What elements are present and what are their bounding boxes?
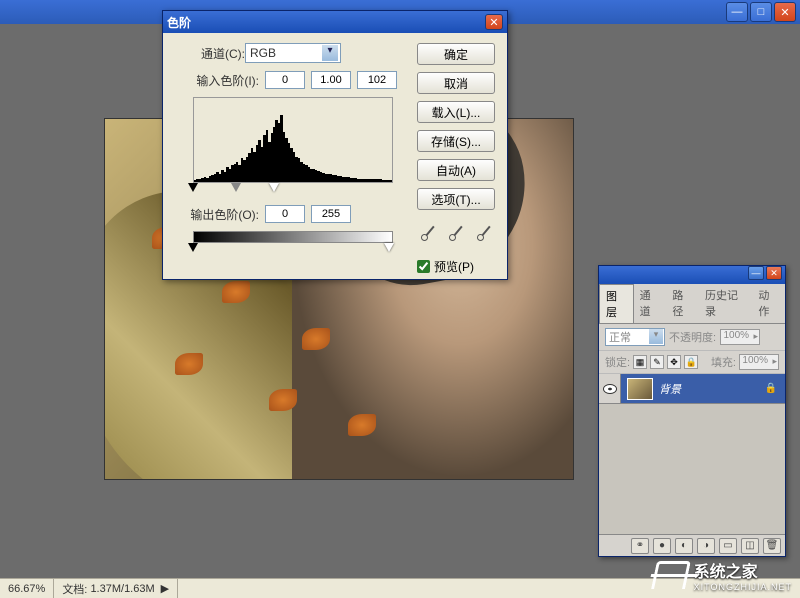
new-layer-icon[interactable]: ◫ <box>741 538 759 554</box>
lock-brush-icon[interactable]: ✎ <box>650 355 664 369</box>
channel-label: 通道(C): <box>175 45 245 62</box>
preview-checkbox-label[interactable]: 预览(P) <box>417 258 495 275</box>
tab-channels[interactable]: 通道 <box>634 284 667 323</box>
image-content <box>302 328 330 350</box>
output-black-handle[interactable] <box>188 243 198 252</box>
lock-all-icon[interactable]: 🔒 <box>684 355 698 369</box>
window-close-button[interactable]: ✕ <box>774 2 796 22</box>
tab-history[interactable]: 历史记录 <box>699 284 752 323</box>
link-layers-icon[interactable]: ⚭ <box>631 538 649 554</box>
levels-dialog: 色阶 ✕ 通道(C): RGB 输入色阶(I): 输 <box>162 10 508 280</box>
ok-button[interactable]: 确定 <box>417 43 495 65</box>
app-window: — □ ✕ 色阶 ✕ 通道(C): RGB 输入色阶(I): <box>0 0 800 598</box>
dialog-button-column: 确定 取消 载入(L)... 存储(S)... 自动(A) 选项(T)... 预… <box>417 43 495 275</box>
blend-mode-select[interactable]: 正常 <box>605 328 665 346</box>
layer-name: 背景 <box>659 381 681 397</box>
preview-checkbox[interactable] <box>417 260 430 273</box>
panel-minimize-button[interactable]: — <box>748 266 764 280</box>
opacity-field[interactable]: 100% <box>720 329 760 345</box>
new-group-icon[interactable]: ▭ <box>719 538 737 554</box>
visibility-eye-icon[interactable] <box>599 374 621 403</box>
lock-label: 锁定: <box>605 354 630 370</box>
lock-indicator-icon: 🔒 <box>765 383 777 394</box>
output-white-handle[interactable] <box>384 243 394 252</box>
window-maximize-button[interactable]: □ <box>750 2 772 22</box>
input-slider[interactable] <box>193 183 393 195</box>
panel-bottom-toolbar: ⚭ ● ◐ ◑ ▭ ◫ 🗑 <box>599 534 785 556</box>
watermark-logo-icon <box>651 561 691 589</box>
fill-label: 填充: <box>711 354 736 370</box>
black-eyedropper-icon[interactable] <box>419 223 437 241</box>
document-size: 文档: 1.37M/1.63M ▶ <box>54 579 178 598</box>
input-black-field[interactable] <box>265 71 305 89</box>
white-eyedropper-icon[interactable] <box>475 223 493 241</box>
dialog-titlebar[interactable]: 色阶 ✕ <box>163 11 507 33</box>
layer-thumbnail[interactable] <box>627 378 653 400</box>
layers-panel: — ✕ 图层 通道 路径 历史记录 动作 正常 不透明度: 100% 锁定: ▦… <box>598 265 786 557</box>
watermark: 系统之家 XITONGZHIJIA.NET <box>654 558 792 592</box>
gamma-handle[interactable] <box>231 183 241 192</box>
output-black-field[interactable] <box>265 205 305 223</box>
dialog-title: 色阶 <box>167 14 191 31</box>
triangle-icon[interactable]: ▶ <box>161 582 169 595</box>
save-button[interactable]: 存储(S)... <box>417 130 495 152</box>
input-gamma-field[interactable] <box>311 71 351 89</box>
input-white-field[interactable] <box>357 71 397 89</box>
layer-row[interactable]: 背景 🔒 <box>599 374 785 404</box>
layer-mask-icon[interactable]: ◐ <box>675 538 693 554</box>
image-content <box>175 353 203 375</box>
output-levels-label: 输出色阶(O): <box>175 206 259 223</box>
lock-transparency-icon[interactable]: ▦ <box>633 355 647 369</box>
black-point-handle[interactable] <box>188 183 198 192</box>
white-point-handle[interactable] <box>269 183 279 192</box>
delete-layer-icon[interactable]: 🗑 <box>763 538 781 554</box>
channel-select[interactable]: RGB <box>245 43 341 63</box>
fill-field[interactable]: 100% <box>739 354 779 370</box>
image-content <box>222 281 250 303</box>
panel-titlebar[interactable]: — ✕ <box>599 266 785 284</box>
output-gradient <box>193 231 393 243</box>
options-button[interactable]: 选项(T)... <box>417 188 495 210</box>
adjustment-layer-icon[interactable]: ◑ <box>697 538 715 554</box>
input-levels-label: 输入色阶(I): <box>175 72 259 89</box>
histogram <box>193 97 393 183</box>
load-button[interactable]: 载入(L)... <box>417 101 495 123</box>
tab-layers[interactable]: 图层 <box>599 284 634 323</box>
zoom-level[interactable]: 66.67% <box>0 579 54 598</box>
eyedropper-group <box>417 223 495 241</box>
dialog-body: 通道(C): RGB 输入色阶(I): 输出色阶(O): <box>163 33 507 279</box>
layer-list: 背景 🔒 <box>599 374 785 534</box>
auto-button[interactable]: 自动(A) <box>417 159 495 181</box>
tab-paths[interactable]: 路径 <box>666 284 699 323</box>
output-slider[interactable] <box>193 243 393 255</box>
tab-actions[interactable]: 动作 <box>752 284 785 323</box>
dialog-close-button[interactable]: ✕ <box>485 14 503 30</box>
lock-move-icon[interactable]: ✥ <box>667 355 681 369</box>
gray-eyedropper-icon[interactable] <box>447 223 465 241</box>
cancel-button[interactable]: 取消 <box>417 72 495 94</box>
image-content <box>269 389 297 411</box>
layer-style-icon[interactable]: ● <box>653 538 671 554</box>
window-minimize-button[interactable]: — <box>726 2 748 22</box>
opacity-label: 不透明度: <box>669 329 716 345</box>
panel-tabs: 图层 通道 路径 历史记录 动作 <box>599 284 785 324</box>
panel-close-button[interactable]: ✕ <box>766 266 782 280</box>
output-white-field[interactable] <box>311 205 351 223</box>
